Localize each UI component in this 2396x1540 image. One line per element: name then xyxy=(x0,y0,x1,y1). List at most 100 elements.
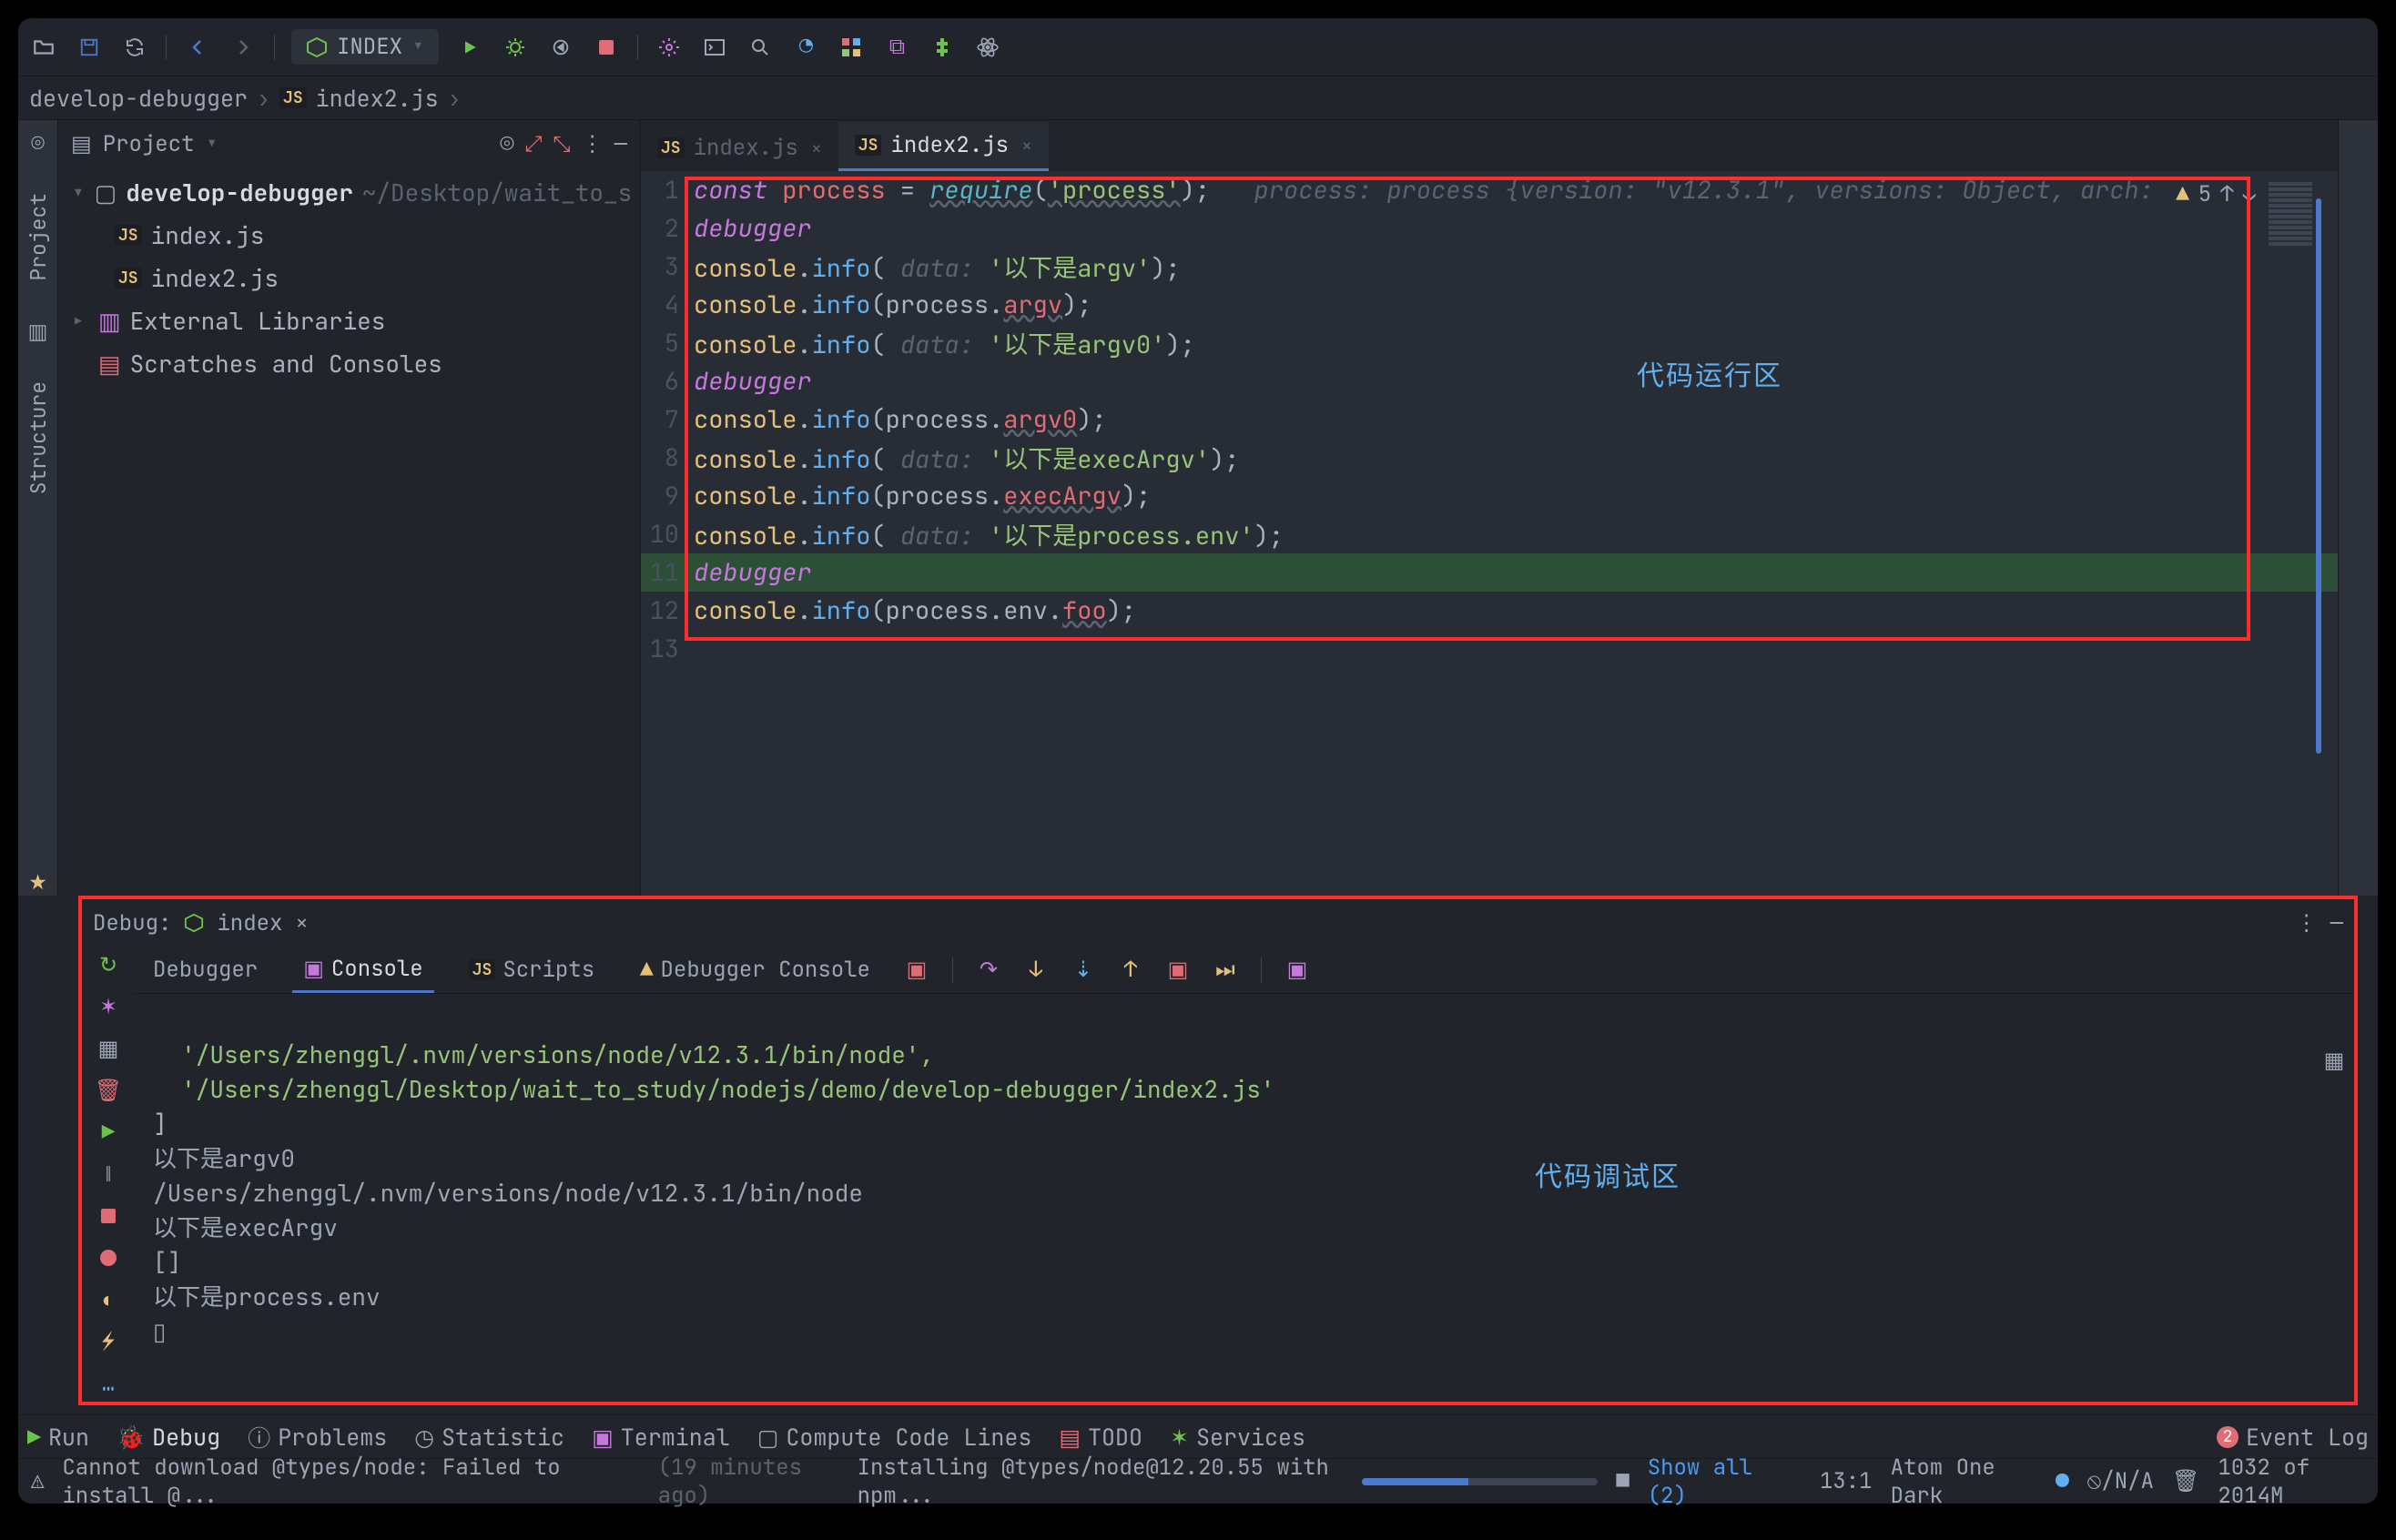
memory-indicator[interactable]: 1032 of 2014M xyxy=(2218,1454,2365,1510)
force-step-into-icon[interactable]: ⇣ xyxy=(1071,958,1095,982)
tab-index2-js[interactable]: JS index2.js × xyxy=(838,122,1049,171)
tab-debugger[interactable]: Debugger xyxy=(142,948,269,991)
bt-services[interactable]: ✶Services xyxy=(1170,1422,1305,1453)
close-icon[interactable]: × xyxy=(295,909,308,937)
terminal-run-icon[interactable] xyxy=(700,33,729,62)
tab-index-js[interactable]: JS index.js × xyxy=(641,125,838,171)
structure-icon[interactable]: ▥ xyxy=(28,318,48,345)
panel-title: Project xyxy=(103,130,195,158)
status-message[interactable]: Cannot download @types/node: Failed to i… xyxy=(62,1454,639,1510)
caret-position[interactable]: 13:1 xyxy=(1820,1467,1873,1495)
search-icon[interactable] xyxy=(746,33,775,62)
inspections-widget[interactable]: ▲ 5 ↑ ↓ xyxy=(2176,180,2256,208)
collapse-icon[interactable]: ⤡ xyxy=(553,130,570,158)
power-status[interactable]: ⦸/N/A xyxy=(2087,1467,2154,1495)
close-icon[interactable]: × xyxy=(1021,134,1032,157)
locate-icon[interactable]: ◎ xyxy=(501,130,513,158)
back-icon[interactable] xyxy=(183,33,212,62)
save-icon[interactable] xyxy=(75,33,104,62)
breakpoints-icon[interactable] xyxy=(96,1245,121,1271)
tree-root[interactable]: ▾ ▢ develop-debugger ~/Desktop/wait_to_s xyxy=(67,171,631,214)
editor-minimap[interactable] xyxy=(2269,180,2321,896)
forward-icon[interactable] xyxy=(228,33,258,62)
debug-icon[interactable] xyxy=(501,33,530,62)
thread-dump-icon[interactable]: ⚡ xyxy=(96,1329,121,1354)
progress-bar[interactable] xyxy=(1362,1478,1598,1485)
step-over-icon[interactable]: ↷ xyxy=(977,958,1000,982)
plugin-icon[interactable] xyxy=(928,33,957,62)
tree-external-libs[interactable]: ▸ ▥ External Libraries xyxy=(67,299,631,342)
debug-session-toolbar: ↻ ✶ ▦ 🗑 ▶ ‖ ◐ ⚡ … xyxy=(82,947,135,1402)
more-icon[interactable]: ⋮ xyxy=(2296,909,2318,937)
next-highlight-icon[interactable]: ↓ xyxy=(2243,180,2256,208)
tree-file[interactable]: JS index.js xyxy=(67,214,631,257)
bt-todo[interactable]: ▤TODO xyxy=(1059,1422,1142,1453)
sync-icon[interactable] xyxy=(120,33,149,62)
more-icon[interactable]: … xyxy=(96,1371,121,1396)
bt-run[interactable]: ▶Run xyxy=(27,1422,89,1453)
more-icon[interactable]: ⋮ xyxy=(582,130,604,158)
rerun-icon[interactable]: ↻ xyxy=(96,952,121,978)
breadcrumb-file[interactable]: index2.js xyxy=(316,83,439,114)
bt-terminal[interactable]: ▣Terminal xyxy=(592,1422,730,1453)
step-out-icon[interactable]: ↑ xyxy=(1119,958,1142,982)
step-into-icon[interactable]: ↓ xyxy=(1024,958,1048,982)
show-execution-icon[interactable]: ▣ xyxy=(905,958,929,982)
run-config-selector[interactable]: INDEX ▾ xyxy=(291,29,439,65)
ide-window: INDEX ▾ ◔ ⧉ develop-debugger › JS index2… xyxy=(18,18,2378,1504)
bt-debug[interactable]: 🐞Debug xyxy=(117,1422,220,1453)
chevron-down-icon: ▾ xyxy=(411,33,424,61)
bt-problems[interactable]: ⓘProblems xyxy=(248,1421,387,1454)
code-editor[interactable]: 代码运行区 ▲ 5 ↑ ↓ 1const process = require('… xyxy=(641,171,2338,896)
tab-scripts[interactable]: JS Scripts xyxy=(458,948,605,991)
chevron-down-icon[interactable]: ▾ xyxy=(206,130,218,158)
evaluate-expr-icon[interactable]: ▣ xyxy=(1285,958,1309,982)
resume-icon[interactable]: ▶ xyxy=(96,1120,121,1145)
hide-icon[interactable]: — xyxy=(2330,909,2343,937)
run-icon[interactable] xyxy=(455,33,484,62)
layout-settings-icon[interactable]: ▦ xyxy=(2324,1047,2345,1075)
prev-highlight-icon[interactable]: ↑ xyxy=(2220,180,2233,208)
target-icon[interactable]: ◎ xyxy=(32,129,45,157)
layout-icon[interactable] xyxy=(837,33,866,62)
close-icon[interactable]: × xyxy=(811,137,822,160)
delete-icon[interactable]: 🗑 xyxy=(96,1078,121,1103)
mute-breakpoints-icon[interactable]: ◐ xyxy=(96,1287,121,1312)
expand-icon[interactable]: ⤢ xyxy=(524,130,542,158)
nodejs-icon xyxy=(306,36,328,58)
expand-toggle-icon[interactable]: ▾ xyxy=(71,177,86,208)
debug-console-output[interactable]: '/Users/zhenggl/.nvm/versions/node/v12.3… xyxy=(135,994,2354,1402)
stop-icon[interactable] xyxy=(592,33,621,62)
bt-compute-code-lines[interactable]: ▢Compute Code Lines xyxy=(757,1422,1032,1453)
favorite-icon[interactable]: ★ xyxy=(28,868,47,896)
bt-statistic[interactable]: ◷Statistic xyxy=(414,1422,564,1453)
open-icon[interactable] xyxy=(29,33,58,62)
bt-event-log[interactable]: 2 Event Log xyxy=(2217,1422,2369,1453)
tree-scratches[interactable]: ▤ Scratches and Consoles xyxy=(67,342,631,385)
power-save-indicator[interactable]: ● xyxy=(2056,1467,2068,1495)
theme-name[interactable]: Atom One Dark xyxy=(1891,1454,2038,1510)
atom-icon[interactable] xyxy=(973,33,1002,62)
pause-icon[interactable]: ‖ xyxy=(96,1161,121,1187)
project-tool-tab[interactable]: Project xyxy=(25,193,52,281)
hide-icon[interactable]: — xyxy=(614,130,627,158)
rainbow-brackets-icon[interactable]: ⧉ xyxy=(882,33,911,62)
show-all-tasks[interactable]: Show all (2) xyxy=(1648,1454,1783,1510)
drop-frame-icon[interactable]: ▣ xyxy=(1166,958,1190,982)
run-to-cursor-icon[interactable]: ⏭ xyxy=(1213,958,1237,982)
profiler-icon[interactable]: ◔ xyxy=(791,33,820,62)
structure-tool-tab[interactable]: Structure xyxy=(25,381,52,494)
breadcrumb-project[interactable]: develop-debugger xyxy=(29,83,248,114)
coverage-icon[interactable] xyxy=(546,33,575,62)
tab-console[interactable]: ▣ Console xyxy=(292,947,434,993)
tab-debugger-console[interactable]: ▲ Debugger Console xyxy=(629,948,881,991)
status-task[interactable]: Installing @types/node@12.20.55 with npm… xyxy=(858,1454,1345,1510)
modify-settings-icon[interactable]: ✶ xyxy=(96,994,121,1019)
stop-icon[interactable] xyxy=(96,1203,121,1229)
expand-toggle-icon[interactable]: ▸ xyxy=(71,305,89,337)
new-item-icon[interactable]: ▦ xyxy=(96,1036,121,1061)
tree-file[interactable]: JS index2.js xyxy=(67,257,631,299)
stop-task-icon[interactable]: ■ xyxy=(1616,1467,1629,1495)
settings-icon[interactable] xyxy=(655,33,684,62)
debug-config-name[interactable]: index xyxy=(217,909,282,937)
